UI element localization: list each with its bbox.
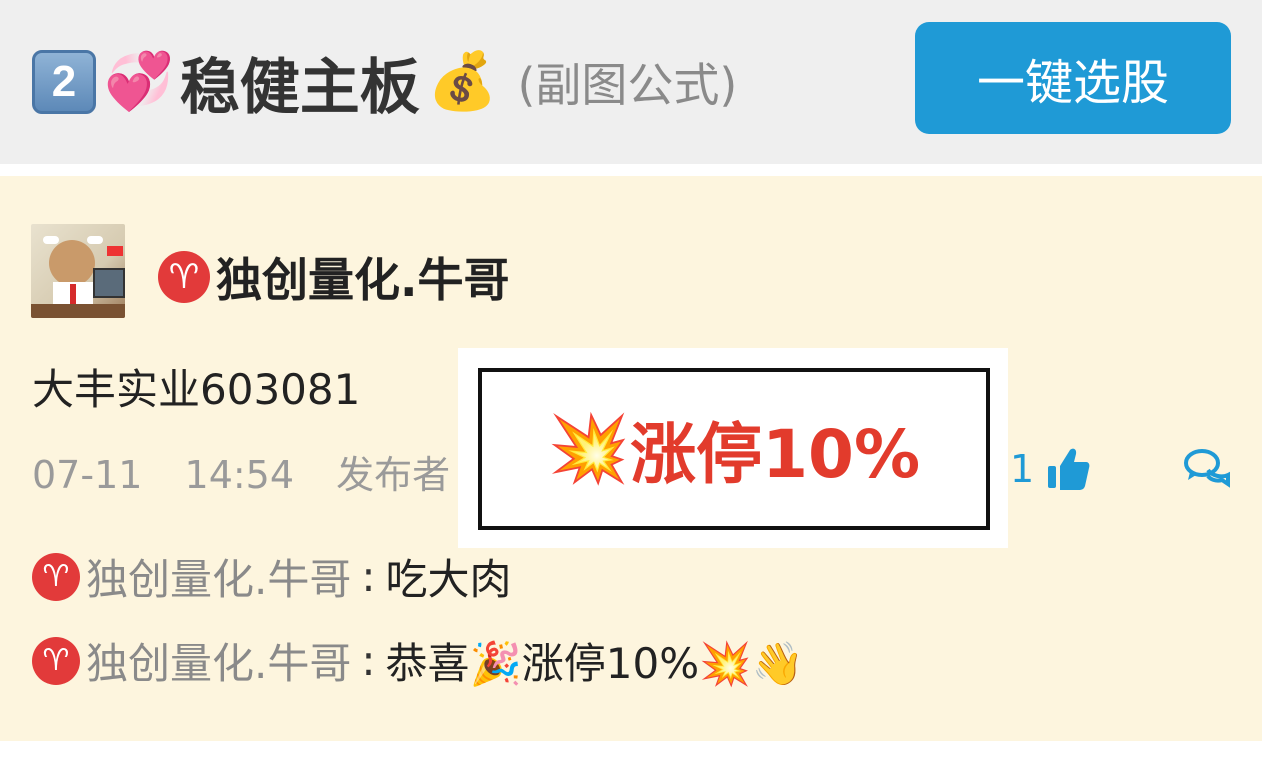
strategy-title: 2 💞 稳健主板 💰 (副图公式) (32, 40, 737, 124)
aries-icon: ♈ (158, 251, 210, 303)
comment-colon: : (361, 552, 376, 601)
money-bag-icon: 💰 (427, 49, 498, 114)
avatar-desk (31, 304, 125, 318)
avatar-tag (107, 246, 123, 256)
thumbs-up-icon (1048, 448, 1090, 490)
publisher-label: 发布者 (336, 453, 451, 497)
comment-row: ♈ 独创量化.牛哥 : 恭喜🎉涨停10%💥👋 (32, 630, 804, 691)
comment-row: ♈ 独创量化.牛哥 : 吃大肉 (32, 546, 512, 607)
limit-up-text: 涨停10% (630, 416, 921, 493)
limit-up-frame: 💥 涨停10% (478, 368, 990, 530)
limit-up-label: 💥 涨停10% (548, 401, 920, 497)
explosion-icon: 💥 (547, 410, 631, 487)
post-meta: 07-11 14:54 发布者 (32, 444, 480, 499)
comment-text: 恭喜🎉涨停10%💥👋 (385, 639, 804, 688)
author-name[interactable]: 独创量化.牛哥 (216, 244, 509, 310)
stock-name[interactable]: 大丰实业603081 (32, 356, 360, 417)
strategy-subtitle: (副图公式) (517, 58, 738, 112)
avatar-horn-right (87, 236, 103, 244)
comment-colon: : (361, 636, 376, 685)
strategy-name: 稳健主板 (179, 52, 420, 123)
comment-author[interactable]: 独创量化.牛哥 (86, 546, 351, 607)
avatar-bull-head (49, 240, 95, 286)
comment-icon[interactable] (1182, 448, 1232, 488)
author[interactable]: ♈ 独创量化.牛哥 (158, 244, 509, 310)
like-count: 1 (1010, 447, 1035, 491)
like-button[interactable]: 1 (1010, 446, 1090, 492)
post-date: 07-11 (32, 453, 143, 497)
post-time: 14:54 (184, 453, 295, 497)
one-click-select-button[interactable]: 一键选股 (915, 22, 1231, 134)
aries-icon: ♈ (32, 552, 80, 601)
bottom-divider (0, 741, 1262, 769)
comment-text: 吃大肉 (385, 555, 512, 604)
avatar-horn-left (43, 236, 59, 244)
comment-author[interactable]: 独创量化.牛哥 (86, 630, 351, 691)
limit-up-stamp: 💥 涨停10% (458, 348, 1008, 548)
avatar[interactable] (31, 224, 125, 318)
number-badge: 2 (32, 50, 96, 114)
avatar-monitor (93, 268, 125, 298)
aries-icon: ♈ (32, 636, 80, 685)
hearts-icon: 💞 (104, 49, 174, 114)
header-bar: 2 💞 稳健主板 💰 (副图公式) 一键选股 (0, 0, 1262, 164)
